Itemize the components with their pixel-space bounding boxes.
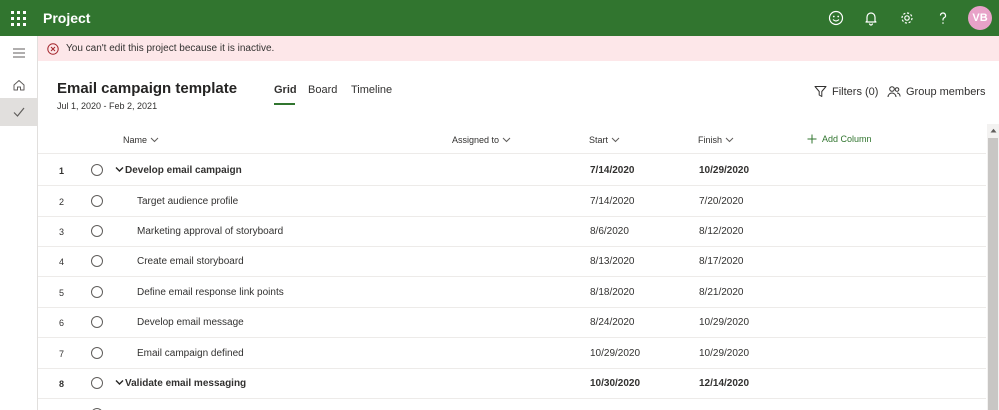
- tab-board[interactable]: Board: [308, 84, 337, 96]
- task-name[interactable]: Email campaign defined: [137, 348, 244, 359]
- task-finish[interactable]: 8/21/2020: [699, 287, 744, 298]
- table-row[interactable]: 2 Target audience profile 7/14/2020 7/20…: [38, 186, 986, 217]
- table-row[interactable]: 1 Develop email campaign 7/14/2020 10/29…: [38, 155, 986, 186]
- column-header-finish-label: Finish: [698, 135, 723, 145]
- column-header-name-label: Name: [123, 135, 148, 145]
- task-name[interactable]: Create email storyboard: [137, 256, 244, 267]
- error-circle-icon: [47, 42, 59, 55]
- column-header-finish[interactable]: Finish: [698, 135, 734, 145]
- complete-task-circle[interactable]: [91, 225, 103, 237]
- column-header-start-label: Start: [589, 135, 609, 145]
- scroll-up-arrow-icon[interactable]: [987, 124, 999, 136]
- tab-grid[interactable]: Grid: [274, 84, 297, 96]
- task-start[interactable]: 8/24/2020: [590, 317, 635, 328]
- help-icon[interactable]: [934, 9, 952, 27]
- app-title[interactable]: Project: [43, 10, 90, 26]
- column-header-assigned-label: Assigned to: [452, 135, 500, 145]
- complete-task-circle[interactable]: [91, 164, 103, 176]
- row-number: 6: [59, 318, 65, 328]
- chevron-down-icon[interactable]: [115, 165, 124, 174]
- complete-task-circle[interactable]: [91, 377, 103, 389]
- complete-task-circle[interactable]: [91, 316, 103, 328]
- chevron-down-icon: [725, 137, 734, 143]
- add-column-label: Add Column: [822, 134, 872, 144]
- grid-header: Name Assigned to Start Finish Add Column: [38, 128, 986, 154]
- task-start[interactable]: 10/30/2020: [590, 378, 640, 389]
- scrollbar-thumb[interactable]: [988, 138, 998, 410]
- filters-button[interactable]: Filters (0): [814, 85, 878, 98]
- row-number: 7: [59, 349, 65, 359]
- task-finish[interactable]: 10/29/2020: [699, 165, 749, 176]
- plus-icon: [807, 134, 817, 144]
- group-members-button[interactable]: Group members: [887, 85, 985, 98]
- table-row[interactable]: 6 Develop email message 8/24/2020 10/29/…: [38, 307, 986, 338]
- add-column-button[interactable]: Add Column: [807, 134, 872, 144]
- people-icon: [887, 86, 901, 98]
- hamburger-menu-icon[interactable]: [0, 39, 37, 67]
- task-finish[interactable]: 8/17/2020: [699, 256, 744, 267]
- column-header-assigned-to[interactable]: Assigned to: [452, 135, 511, 145]
- row-number: 8: [59, 379, 65, 389]
- row-number: 4: [59, 257, 65, 267]
- inactive-banner: You can't edit this project because it i…: [38, 36, 999, 61]
- app-header: Project VB: [0, 0, 999, 36]
- complete-task-circle[interactable]: [91, 347, 103, 359]
- complete-task-circle[interactable]: [91, 255, 103, 267]
- active-tab-indicator: [274, 103, 295, 105]
- task-finish[interactable]: 8/12/2020: [699, 226, 744, 237]
- gear-icon[interactable]: [898, 9, 916, 27]
- chevron-down-icon: [502, 137, 511, 143]
- task-start[interactable]: 7/14/2020: [590, 165, 635, 176]
- task-start[interactable]: 8/18/2020: [590, 287, 635, 298]
- banner-message: You can't edit this project because it i…: [66, 43, 275, 54]
- task-name[interactable]: Marketing approval of storyboard: [137, 226, 283, 237]
- task-finish[interactable]: 10/29/2020: [699, 348, 749, 359]
- smiley-icon[interactable]: [827, 9, 845, 27]
- filters-label: Filters (0): [832, 85, 879, 98]
- table-row[interactable]: 3 Marketing approval of storyboard 8/6/2…: [38, 216, 986, 247]
- task-start[interactable]: 8/13/2020: [590, 256, 635, 267]
- filter-icon: [814, 86, 827, 97]
- task-name[interactable]: Develop email campaign: [125, 165, 242, 176]
- task-name[interactable]: Validate email messaging: [125, 378, 246, 389]
- bell-icon[interactable]: [862, 9, 880, 27]
- task-finish[interactable]: 10/29/2020: [699, 317, 749, 328]
- task-name[interactable]: Target audience profile: [137, 196, 238, 207]
- column-header-name[interactable]: Name: [123, 135, 159, 145]
- chevron-down-icon[interactable]: [115, 378, 124, 387]
- left-rail: [0, 36, 38, 410]
- row-number: 3: [59, 227, 65, 237]
- table-row[interactable]: 5 Define email response link points 8/18…: [38, 277, 986, 308]
- task-start[interactable]: 10/29/2020: [590, 348, 640, 359]
- home-icon[interactable]: [0, 71, 37, 99]
- row-number: 2: [59, 197, 65, 207]
- project-dates: Jul 1, 2020 - Feb 2, 2021: [57, 101, 158, 111]
- table-row[interactable]: 7 Email campaign defined 10/29/2020 10/2…: [38, 338, 986, 369]
- task-finish[interactable]: 7/20/2020: [699, 196, 744, 207]
- column-header-start[interactable]: Start: [589, 135, 620, 145]
- table-row[interactable]: 8 Validate email messaging 10/30/2020 12…: [38, 368, 986, 399]
- group-members-label: Group members: [906, 85, 986, 98]
- row-number: 1: [59, 166, 65, 176]
- task-name[interactable]: Define email response link points: [137, 287, 284, 298]
- chevron-down-icon: [150, 137, 159, 143]
- complete-task-circle[interactable]: [91, 286, 103, 298]
- task-finish[interactable]: 12/14/2020: [699, 378, 749, 389]
- project-title[interactable]: Email campaign template: [57, 80, 237, 98]
- task-name[interactable]: Develop email message: [137, 317, 244, 328]
- table-row[interactable]: [38, 399, 986, 410]
- tab-timeline[interactable]: Timeline: [351, 84, 392, 96]
- complete-task-circle[interactable]: [91, 195, 103, 207]
- task-start[interactable]: 7/14/2020: [590, 196, 635, 207]
- row-number: 5: [59, 288, 65, 298]
- table-row[interactable]: 4 Create email storyboard 8/13/2020 8/17…: [38, 246, 986, 277]
- chevron-down-icon: [611, 137, 620, 143]
- app-launcher-icon[interactable]: [10, 10, 26, 26]
- my-tasks-check-icon[interactable]: [0, 98, 37, 126]
- task-start[interactable]: 8/6/2020: [590, 226, 629, 237]
- avatar[interactable]: VB: [968, 6, 992, 30]
